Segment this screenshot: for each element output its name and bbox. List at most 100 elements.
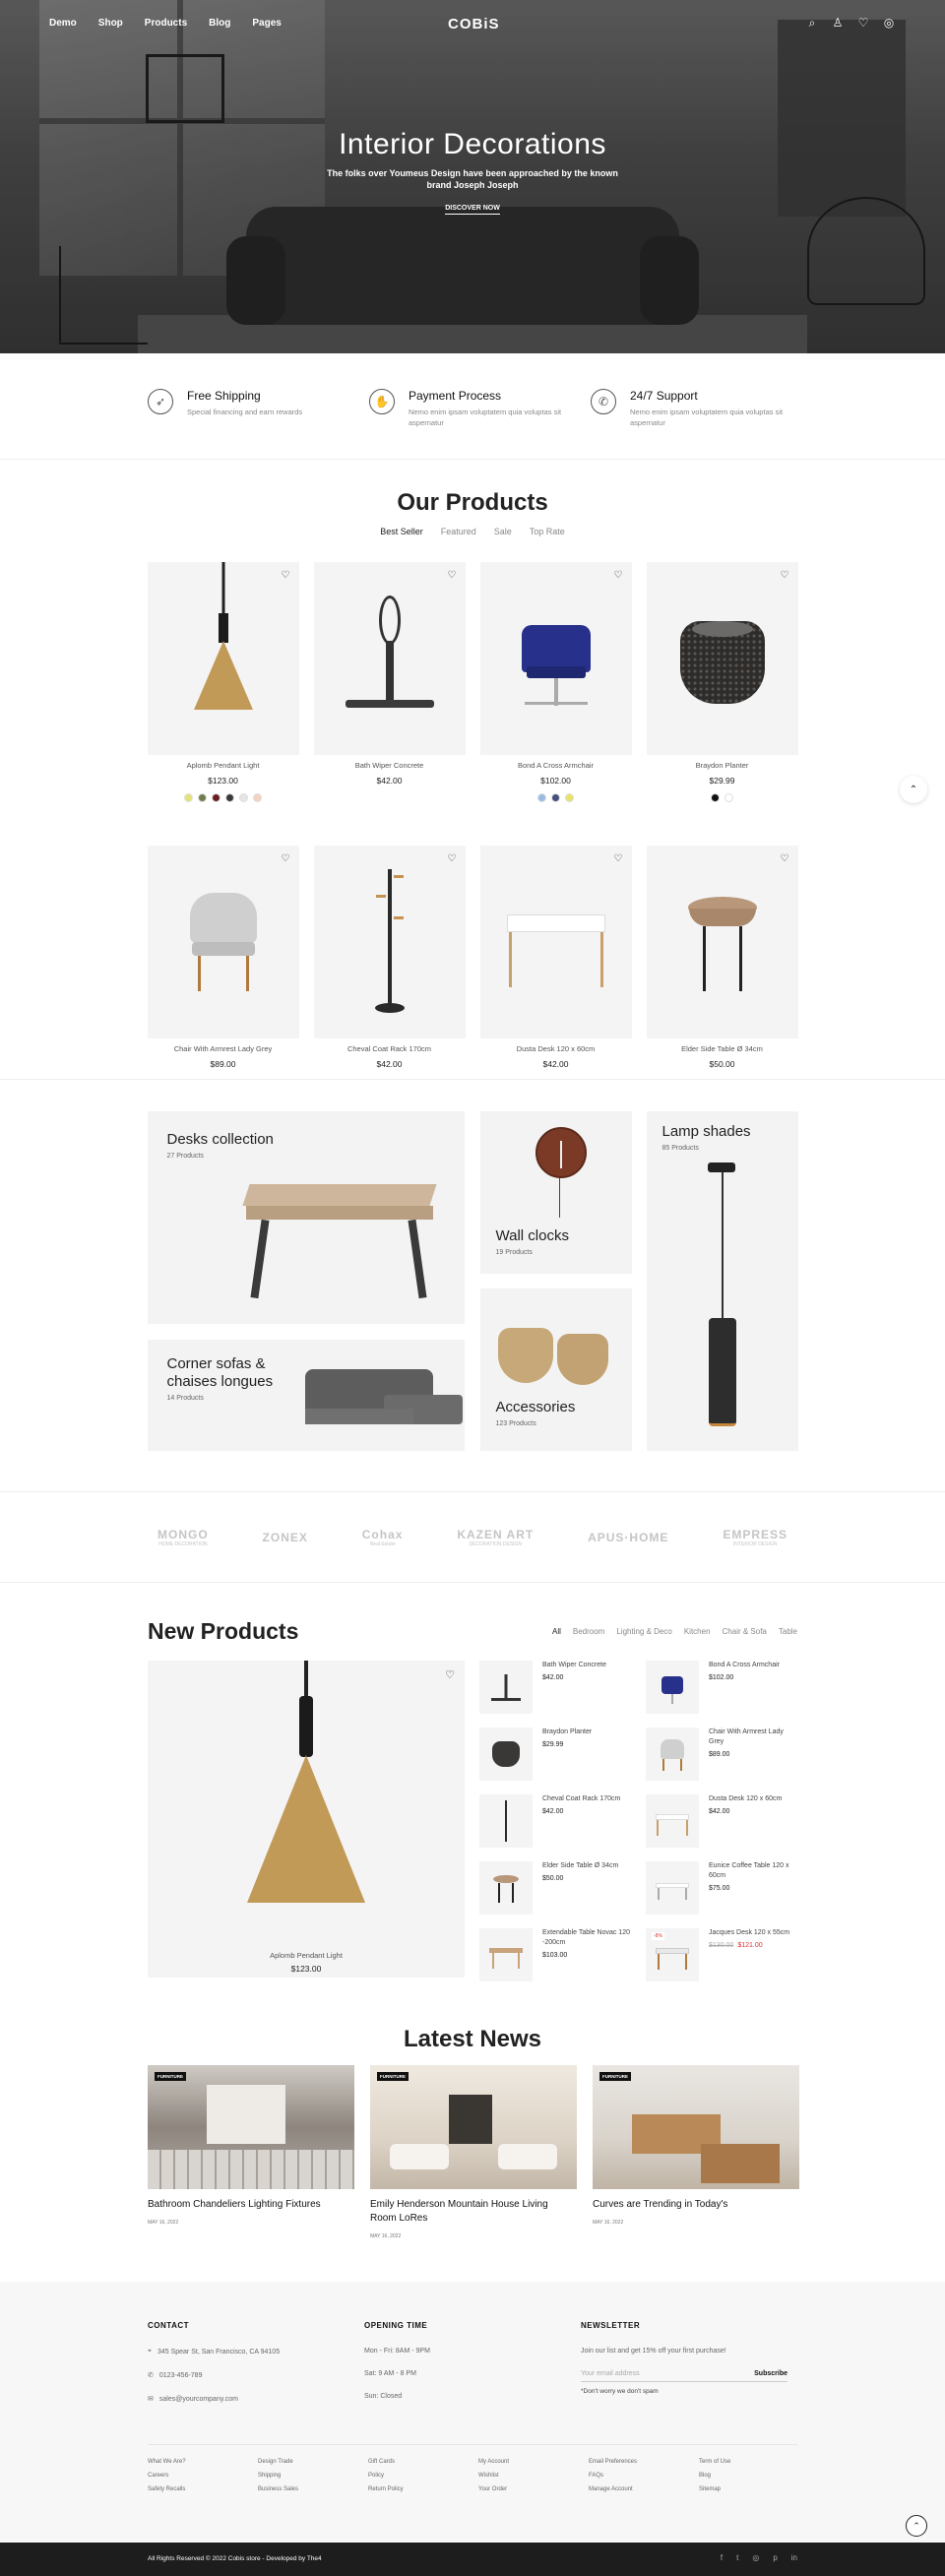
list-item[interactable]: -8% Jacques Desk 120 x 55cm $130.00 $121.0… xyxy=(646,1928,797,1981)
product-name[interactable]: Aplomb Pendant Light xyxy=(148,761,299,770)
tab-chair-sofa[interactable]: Chair & Sofa xyxy=(723,1627,767,1636)
instagram-icon[interactable]: ◎ xyxy=(752,2553,759,2562)
product-card[interactable]: ♡ Chair With Armrest Lady Grey $89.00 xyxy=(147,846,299,1069)
post-image[interactable]: FURNITURE xyxy=(593,2065,799,2189)
heart-icon[interactable]: ♡ xyxy=(448,570,457,581)
swatch[interactable] xyxy=(253,793,262,802)
linkedin-icon[interactable]: in xyxy=(791,2553,797,2562)
swatch[interactable] xyxy=(212,793,220,802)
twitter-icon[interactable]: t xyxy=(736,2553,738,2562)
product-card[interactable]: ♡ Braydon Planter $29.99 xyxy=(646,562,798,802)
tab-table[interactable]: Table xyxy=(779,1627,797,1636)
facebook-icon[interactable]: f xyxy=(721,2553,723,2562)
product-card[interactable]: ♡ Elder Side Table Ø 34cm $50.00 xyxy=(646,846,798,1069)
collection-accessories[interactable]: Accessories 123 Products xyxy=(479,1288,632,1451)
back-to-top-button[interactable]: ⌃ xyxy=(906,2515,927,2537)
product-name[interactable]: Chair With Armrest Lady Grey xyxy=(148,1044,299,1053)
post-tag[interactable]: FURNITURE xyxy=(155,2072,186,2081)
footer-link[interactable]: My Account xyxy=(478,2459,589,2465)
collection-lamps[interactable]: Lamp shades 85 Products xyxy=(646,1111,798,1451)
collection-title[interactable]: Accessories xyxy=(496,1399,576,1416)
post-title[interactable]: Bathroom Chandeliers Lighting Fixtures xyxy=(148,2198,354,2212)
collection-sofas[interactable]: Corner sofas & chaises longues 14 Produc… xyxy=(147,1340,465,1451)
swatch[interactable] xyxy=(724,793,733,802)
product-image[interactable]: ♡ xyxy=(479,562,632,755)
heart-icon[interactable]: ♡ xyxy=(282,570,290,581)
tab-kitchen[interactable]: Kitchen xyxy=(684,1627,711,1636)
swatch[interactable] xyxy=(225,793,234,802)
list-item[interactable]: Dusta Desk 120 x 60cm $42.00 xyxy=(646,1794,797,1848)
cart-icon[interactable]: ◎ xyxy=(882,16,896,31)
product-name[interactable]: Braydon Planter xyxy=(542,1728,592,1737)
post-image[interactable]: FURNITURE xyxy=(370,2065,577,2189)
footer-link[interactable]: Shipping xyxy=(258,2473,368,2479)
footer-link[interactable]: Blog xyxy=(699,2473,809,2479)
phone-link[interactable]: 0123-456-789 xyxy=(159,2372,203,2379)
list-item[interactable]: Eunice Coffee Table 120 x 60cm $75.00 xyxy=(646,1861,797,1915)
product-thumb[interactable] xyxy=(479,1861,533,1915)
product-name[interactable]: Bath Wiper Concrete xyxy=(542,1661,606,1670)
scroll-to-top-floating[interactable]: ⌃ xyxy=(900,776,927,803)
heart-icon[interactable]: ♡ xyxy=(781,853,789,864)
product-name[interactable]: Elder Side Table Ø 34cm xyxy=(542,1861,618,1871)
tab-best-seller[interactable]: Best Seller xyxy=(380,527,423,536)
collection-clocks[interactable]: Wall clocks 19 Products xyxy=(479,1111,632,1274)
collection-desks[interactable]: Desks collection 27 Products xyxy=(147,1111,465,1324)
featured-product[interactable]: ♡ Aplomb Pendant Light $123.00 xyxy=(148,1661,465,1978)
post-title[interactable]: Curves are Trending in Today's xyxy=(593,2198,799,2212)
product-thumb[interactable] xyxy=(646,1861,699,1915)
footer-link[interactable]: Design Trade xyxy=(258,2459,368,2465)
list-item[interactable]: Cheval Coat Rack 170cm $42.00 xyxy=(479,1794,631,1848)
product-image[interactable]: ♡ xyxy=(646,846,798,1038)
news-post[interactable]: FURNITURE Bathroom Chandeliers Lighting … xyxy=(148,2065,354,2239)
tab-sale[interactable]: Sale xyxy=(494,527,512,536)
product-card[interactable]: ♡ Aplomb Pendant Light $123.00 xyxy=(147,562,299,802)
product-name[interactable]: Extendable Table Novac 120 -200cm xyxy=(542,1928,631,1948)
product-name[interactable]: Elder Side Table Ø 34cm xyxy=(647,1044,798,1053)
nav-blog[interactable]: Blog xyxy=(209,18,230,29)
swatch[interactable] xyxy=(551,793,560,802)
list-item[interactable]: Bath Wiper Concrete $42.00 xyxy=(479,1661,631,1714)
product-name[interactable]: Dusta Desk 120 x 60cm xyxy=(480,1044,632,1053)
product-card[interactable]: ♡ Bath Wiper Concrete $42.00 xyxy=(313,562,466,802)
product-name[interactable]: Chair With Armrest Lady Grey xyxy=(709,1728,797,1747)
brand-logo[interactable]: ZONEX xyxy=(263,1531,308,1544)
footer-link[interactable]: Email Preferences xyxy=(589,2459,699,2465)
list-item[interactable]: Bond A Cross Armchair $102.00 xyxy=(646,1661,797,1714)
product-card[interactable]: ♡ Cheval Coat Rack 170cm $42.00 xyxy=(313,846,466,1069)
tab-lighting[interactable]: Lighting & Deco xyxy=(616,1627,671,1636)
tab-featured[interactable]: Featured xyxy=(441,527,476,536)
wishlist-icon[interactable]: ♡ xyxy=(856,16,870,31)
product-thumb[interactable] xyxy=(479,1794,533,1848)
footer-link[interactable]: Safety Recalls xyxy=(148,2486,258,2492)
footer-link[interactable]: Return Policy xyxy=(368,2486,478,2492)
product-thumb[interactable] xyxy=(479,1661,533,1714)
swatch[interactable] xyxy=(565,793,574,802)
list-item[interactable]: Elder Side Table Ø 34cm $50.00 xyxy=(479,1861,631,1915)
product-name[interactable]: Dusta Desk 120 x 60cm xyxy=(709,1794,782,1804)
collection-title[interactable]: Lamp shades xyxy=(662,1123,751,1141)
product-image[interactable]: ♡ xyxy=(147,846,299,1038)
email-input[interactable]: Your email address xyxy=(581,2370,640,2377)
product-name[interactable]: Aplomb Pendant Light xyxy=(148,1951,465,1960)
product-image[interactable]: ♡ xyxy=(313,846,466,1038)
heart-icon[interactable]: ♡ xyxy=(282,853,290,864)
product-name[interactable]: Eunice Coffee Table 120 x 60cm xyxy=(709,1861,797,1881)
footer-link[interactable]: What We Are? xyxy=(148,2459,258,2465)
product-name[interactable]: Bath Wiper Concrete xyxy=(314,761,466,770)
post-tag[interactable]: FURNITURE xyxy=(377,2072,409,2081)
brand-logo[interactable]: EMPRESS INTERIOR DESIGN xyxy=(723,1528,788,1547)
product-thumb[interactable] xyxy=(479,1928,533,1981)
brand-logo[interactable]: KAZEN ART DECORATION DESIGN xyxy=(457,1528,534,1547)
product-image[interactable]: ♡ xyxy=(479,846,632,1038)
heart-icon[interactable]: ♡ xyxy=(614,853,623,864)
product-thumb[interactable] xyxy=(646,1794,699,1848)
swatch[interactable] xyxy=(198,793,207,802)
list-item[interactable]: Chair With Armrest Lady Grey $89.00 xyxy=(646,1728,797,1781)
footer-link[interactable]: Wishlist xyxy=(478,2473,589,2479)
tab-bedroom[interactable]: Bedroom xyxy=(573,1627,604,1636)
heart-icon[interactable]: ♡ xyxy=(781,570,789,581)
footer-link[interactable]: Sitemap xyxy=(699,2486,809,2492)
site-logo[interactable]: COBiS xyxy=(448,16,500,32)
footer-link[interactable]: Careers xyxy=(148,2473,258,2479)
